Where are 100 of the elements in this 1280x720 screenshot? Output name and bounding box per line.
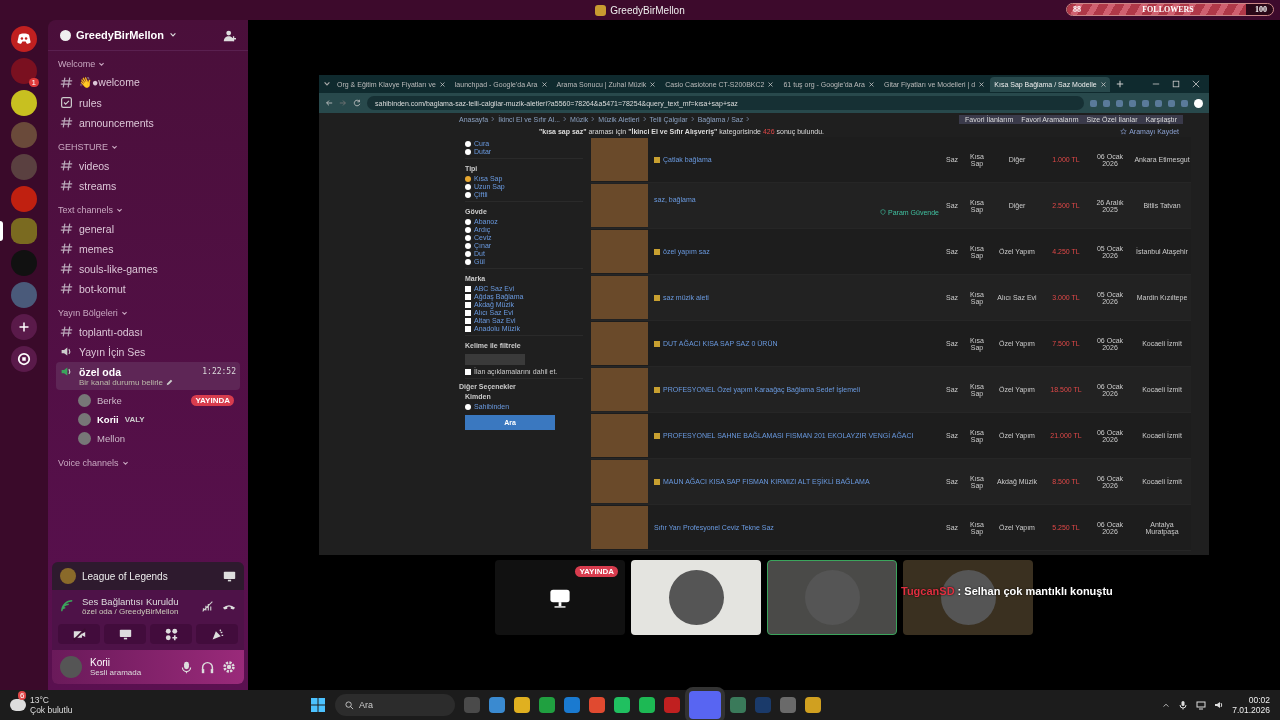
category-header[interactable]: GEHSTURE bbox=[58, 142, 108, 152]
close-tab-icon[interactable] bbox=[768, 81, 774, 87]
back-icon[interactable] bbox=[325, 99, 333, 107]
home-icon[interactable] bbox=[11, 26, 37, 52]
selected-channel[interactable]: özel oda 1:22:52 Bir kanal durumu belirle bbox=[56, 362, 240, 390]
category-header[interactable]: Voice channels bbox=[58, 458, 119, 468]
pencil-icon[interactable] bbox=[166, 379, 174, 386]
chevron-up-icon[interactable] bbox=[1162, 701, 1171, 709]
channel-item[interactable]: bot-komut bbox=[56, 279, 240, 298]
checkbox[interactable] bbox=[465, 309, 471, 316]
category-header[interactable]: Text channels bbox=[58, 205, 114, 215]
participant-tile[interactable]: YAYINDA bbox=[495, 560, 625, 635]
close-tab-icon[interactable] bbox=[439, 81, 445, 87]
voice-channel-path[interactable]: özel oda / GreedyBirMellon bbox=[82, 607, 193, 616]
keyword-field[interactable] bbox=[465, 354, 525, 365]
app-icon[interactable] bbox=[780, 697, 796, 713]
close-tab-icon[interactable] bbox=[868, 81, 874, 87]
server-icon[interactable] bbox=[11, 90, 37, 116]
checkbox[interactable] bbox=[465, 325, 471, 332]
close-tab-icon[interactable] bbox=[650, 81, 656, 87]
category-header[interactable]: Yayın Bölgeleri bbox=[58, 308, 118, 318]
clock-date[interactable]: 7.01.2026 bbox=[1232, 705, 1270, 715]
clock-time[interactable]: 00:02 bbox=[1248, 695, 1270, 705]
radio-button[interactable] bbox=[465, 175, 471, 182]
radio-button[interactable] bbox=[465, 226, 471, 233]
channel-item[interactable]: memes bbox=[56, 239, 240, 258]
radio-button[interactable] bbox=[465, 258, 471, 265]
channel-item[interactable]: souls-like-games bbox=[56, 259, 240, 278]
checkbox[interactable] bbox=[465, 293, 471, 300]
channel-item[interactable]: videos bbox=[56, 156, 240, 175]
chevron-down-icon[interactable] bbox=[120, 309, 128, 317]
activities-button[interactable] bbox=[150, 624, 192, 644]
radio-button[interactable] bbox=[465, 234, 471, 241]
volume-icon[interactable] bbox=[1214, 700, 1225, 710]
soundboard-button[interactable] bbox=[196, 624, 238, 644]
close-icon[interactable] bbox=[1192, 80, 1200, 88]
app-icon[interactable] bbox=[614, 697, 630, 713]
server-name[interactable]: GreedyBirMellon bbox=[76, 29, 165, 41]
maximize-icon[interactable] bbox=[1172, 80, 1180, 88]
settings-icon[interactable] bbox=[222, 660, 236, 674]
app-icon[interactable] bbox=[539, 697, 555, 713]
chevron-down-icon[interactable] bbox=[111, 143, 118, 151]
chevron-down-icon[interactable] bbox=[121, 459, 129, 467]
star-icon[interactable] bbox=[1120, 127, 1128, 135]
close-tab-icon[interactable] bbox=[1100, 81, 1106, 87]
app-icon[interactable] bbox=[730, 697, 746, 713]
profile-icon[interactable] bbox=[1194, 98, 1203, 108]
headphones-icon[interactable] bbox=[201, 660, 214, 674]
radio-button[interactable] bbox=[465, 242, 471, 249]
member-name[interactable]: Mellon bbox=[97, 433, 125, 444]
channel-item[interactable]: announcements bbox=[56, 113, 240, 132]
radio-button[interactable] bbox=[465, 250, 471, 257]
reload-icon[interactable] bbox=[353, 99, 361, 107]
channel-item[interactable]: rules bbox=[56, 93, 240, 112]
app-icon[interactable] bbox=[564, 697, 580, 713]
radio-button[interactable] bbox=[465, 148, 471, 155]
camera-off-button[interactable] bbox=[58, 624, 100, 644]
microphone-icon[interactable] bbox=[180, 660, 193, 674]
radio-button[interactable] bbox=[465, 218, 471, 225]
radio-button[interactable] bbox=[465, 191, 471, 198]
add-member-icon[interactable] bbox=[223, 28, 236, 42]
channel-item[interactable]: Yayın İçin Ses bbox=[56, 342, 240, 361]
checkbox[interactable] bbox=[465, 317, 471, 324]
minimize-icon[interactable] bbox=[1152, 80, 1160, 88]
tab-search-icon[interactable] bbox=[323, 80, 331, 88]
app-icon[interactable] bbox=[589, 697, 605, 713]
start-icon[interactable] bbox=[310, 697, 326, 713]
chevron-down-icon[interactable] bbox=[116, 206, 124, 214]
new-tab-icon[interactable] bbox=[1115, 80, 1124, 88]
screen-share-button[interactable] bbox=[104, 624, 146, 644]
checkbox[interactable] bbox=[465, 368, 471, 375]
search-field[interactable]: Ara bbox=[335, 694, 455, 716]
channel-item[interactable]: 👋●welcome bbox=[56, 73, 240, 92]
server-icon[interactable] bbox=[11, 58, 37, 84]
radio-button[interactable] bbox=[465, 403, 471, 410]
weather-icon[interactable] bbox=[10, 699, 26, 711]
channel-status[interactable]: Bir kanal durumu belirle bbox=[79, 378, 164, 387]
radio-button[interactable] bbox=[465, 183, 471, 190]
channel-item[interactable]: streams bbox=[56, 176, 240, 195]
chevron-down-icon[interactable] bbox=[169, 31, 178, 39]
chevron-down-icon[interactable] bbox=[98, 60, 106, 68]
screen-share-icon[interactable] bbox=[223, 569, 236, 583]
participant-tile[interactable] bbox=[767, 560, 897, 635]
channel-item[interactable]: general bbox=[56, 219, 240, 238]
member-name[interactable]: Berke bbox=[97, 395, 122, 406]
participant-tile[interactable] bbox=[631, 560, 761, 635]
app-icon[interactable] bbox=[805, 697, 821, 713]
app-icon[interactable] bbox=[514, 697, 530, 713]
add-server-icon[interactable] bbox=[11, 314, 37, 340]
checkbox[interactable] bbox=[465, 285, 471, 292]
connection-status[interactable]: Ses Bağlantısı Kuruldu bbox=[82, 596, 193, 607]
member-name[interactable]: Korii bbox=[97, 414, 119, 425]
compass-icon[interactable] bbox=[11, 346, 37, 372]
radio-button[interactable] bbox=[465, 140, 471, 147]
noise-suppression-icon[interactable] bbox=[201, 599, 214, 613]
channel-item[interactable]: toplantı-odası bbox=[56, 322, 240, 341]
checkbox[interactable] bbox=[465, 301, 471, 308]
category-header[interactable]: Welcome bbox=[58, 59, 96, 69]
app-icon[interactable] bbox=[489, 697, 505, 713]
network-icon[interactable] bbox=[1196, 700, 1207, 710]
